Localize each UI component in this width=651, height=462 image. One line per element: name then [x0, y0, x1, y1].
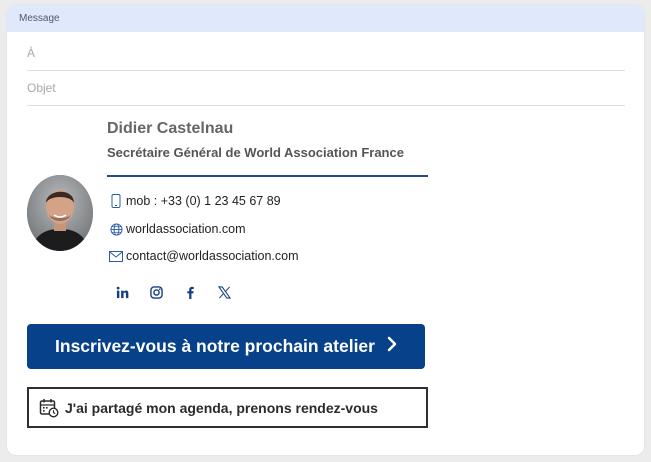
- contact-website[interactable]: worldassociation.com: [108, 220, 246, 238]
- to-field[interactable]: À: [27, 37, 625, 71]
- calendar-clock-icon: [39, 398, 59, 418]
- facebook-icon[interactable]: [182, 284, 198, 300]
- x-icon[interactable]: [216, 284, 232, 300]
- envelope-icon: [108, 248, 124, 264]
- linkedin-icon[interactable]: [114, 284, 130, 300]
- agenda-booking-label: J'ai partagé mon agenda, prenons rendez-…: [65, 399, 378, 416]
- contact-phone-text: mob : +33 (0) 1 23 45 67 89: [126, 194, 281, 208]
- workshop-signup-button[interactable]: Inscrivez-vous à notre prochain atelier: [27, 324, 425, 369]
- contact-website-text: worldassociation.com: [126, 222, 246, 236]
- agenda-booking-button[interactable]: J'ai partagé mon agenda, prenons rendez-…: [27, 387, 428, 428]
- workshop-signup-label: Inscrivez-vous à notre prochain atelier: [55, 336, 375, 356]
- signature-title: Secrétaire Général de World Association …: [107, 145, 404, 160]
- signature-name: Didier Castelnau: [107, 120, 234, 137]
- message-window: Message À Objet Didier Castelnau Secréta…: [7, 5, 644, 455]
- globe-icon: [108, 221, 124, 237]
- subject-label: Objet: [27, 81, 56, 95]
- contact-phone[interactable]: mob : +33 (0) 1 23 45 67 89: [108, 192, 281, 210]
- social-links: [114, 284, 232, 300]
- subject-field[interactable]: Objet: [27, 72, 625, 106]
- to-label: À: [27, 46, 36, 60]
- chevron-right-icon: [387, 335, 397, 358]
- contact-email-text: contact@worldassociation.com: [126, 249, 299, 263]
- window-title: Message: [7, 5, 644, 32]
- instagram-icon[interactable]: [148, 284, 164, 300]
- signature-divider: [107, 175, 428, 177]
- contact-email[interactable]: contact@worldassociation.com: [108, 247, 299, 265]
- avatar: [27, 175, 93, 251]
- mobile-phone-icon: [108, 193, 124, 209]
